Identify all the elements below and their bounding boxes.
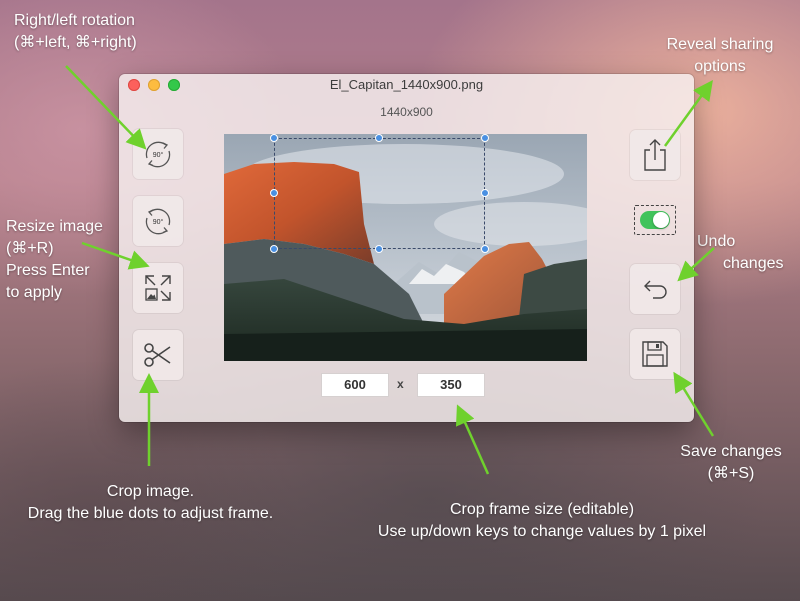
title-bar[interactable]: El_Capitan_1440x900.png (119, 74, 694, 96)
crop-handle-top-center[interactable] (375, 134, 383, 142)
size-separator: x (397, 377, 404, 391)
crop-frame[interactable] (274, 138, 485, 249)
svg-text:90°: 90° (153, 151, 164, 159)
rotate-left-icon: 90° (145, 141, 171, 168)
resize-icon (145, 275, 171, 301)
crop-handle-top-right[interactable] (481, 134, 489, 142)
save-button[interactable] (630, 329, 680, 379)
share-icon (644, 139, 666, 171)
toggle-switch-frame[interactable] (634, 205, 676, 235)
undo-icon (644, 280, 667, 299)
rotate-right-button[interactable]: 90° (133, 196, 183, 246)
svg-text:90°: 90° (153, 218, 164, 226)
undo-annotation: Undo changes (697, 233, 784, 272)
toggle-knob (653, 212, 669, 228)
crop-handle-bottom-left[interactable] (270, 245, 278, 253)
window-title: El_Capitan_1440x900.png (329, 77, 484, 92)
crop-handle-middle-left[interactable] (270, 189, 278, 197)
crop-annotation: Crop image. Drag the blue dots to adjust… (27, 483, 274, 522)
crop-width-field[interactable]: 600 (321, 373, 389, 397)
crop-size-annotation: Crop frame size (editable) Use up/down k… (377, 501, 707, 540)
rotate-right-icon: 90° (145, 208, 171, 235)
crop-handle-bottom-center[interactable] (375, 245, 383, 253)
image-dimensions: 1440x900 (380, 105, 433, 119)
share-button[interactable] (630, 130, 680, 180)
resize-button[interactable] (133, 263, 183, 313)
rotation-annotation: Right/left rotation (⌘+left, ⌘+right) (14, 12, 137, 51)
crop-handle-middle-right[interactable] (481, 189, 489, 197)
image-preview[interactable] (224, 134, 587, 361)
crop-button[interactable] (133, 330, 183, 380)
save-annotation: Save changes (⌘+S) (680, 443, 782, 482)
crop-handle-top-left[interactable] (270, 134, 278, 142)
rotate-left-button[interactable]: 90° (133, 129, 183, 179)
image-editor-window: El_Capitan_1440x900.png 1440x900 90° 90° (119, 74, 694, 422)
resize-annotation: Resize image (⌘+R) Press Enter to apply (6, 218, 103, 301)
sharing-annotation: Reveal sharing options (666, 36, 774, 75)
scissors-icon (144, 343, 171, 367)
toggle-switch[interactable] (640, 211, 670, 229)
crop-height-field[interactable]: 350 (417, 373, 485, 397)
save-icon (642, 341, 668, 367)
crop-handle-bottom-right[interactable] (481, 245, 489, 253)
undo-button[interactable] (630, 264, 680, 314)
